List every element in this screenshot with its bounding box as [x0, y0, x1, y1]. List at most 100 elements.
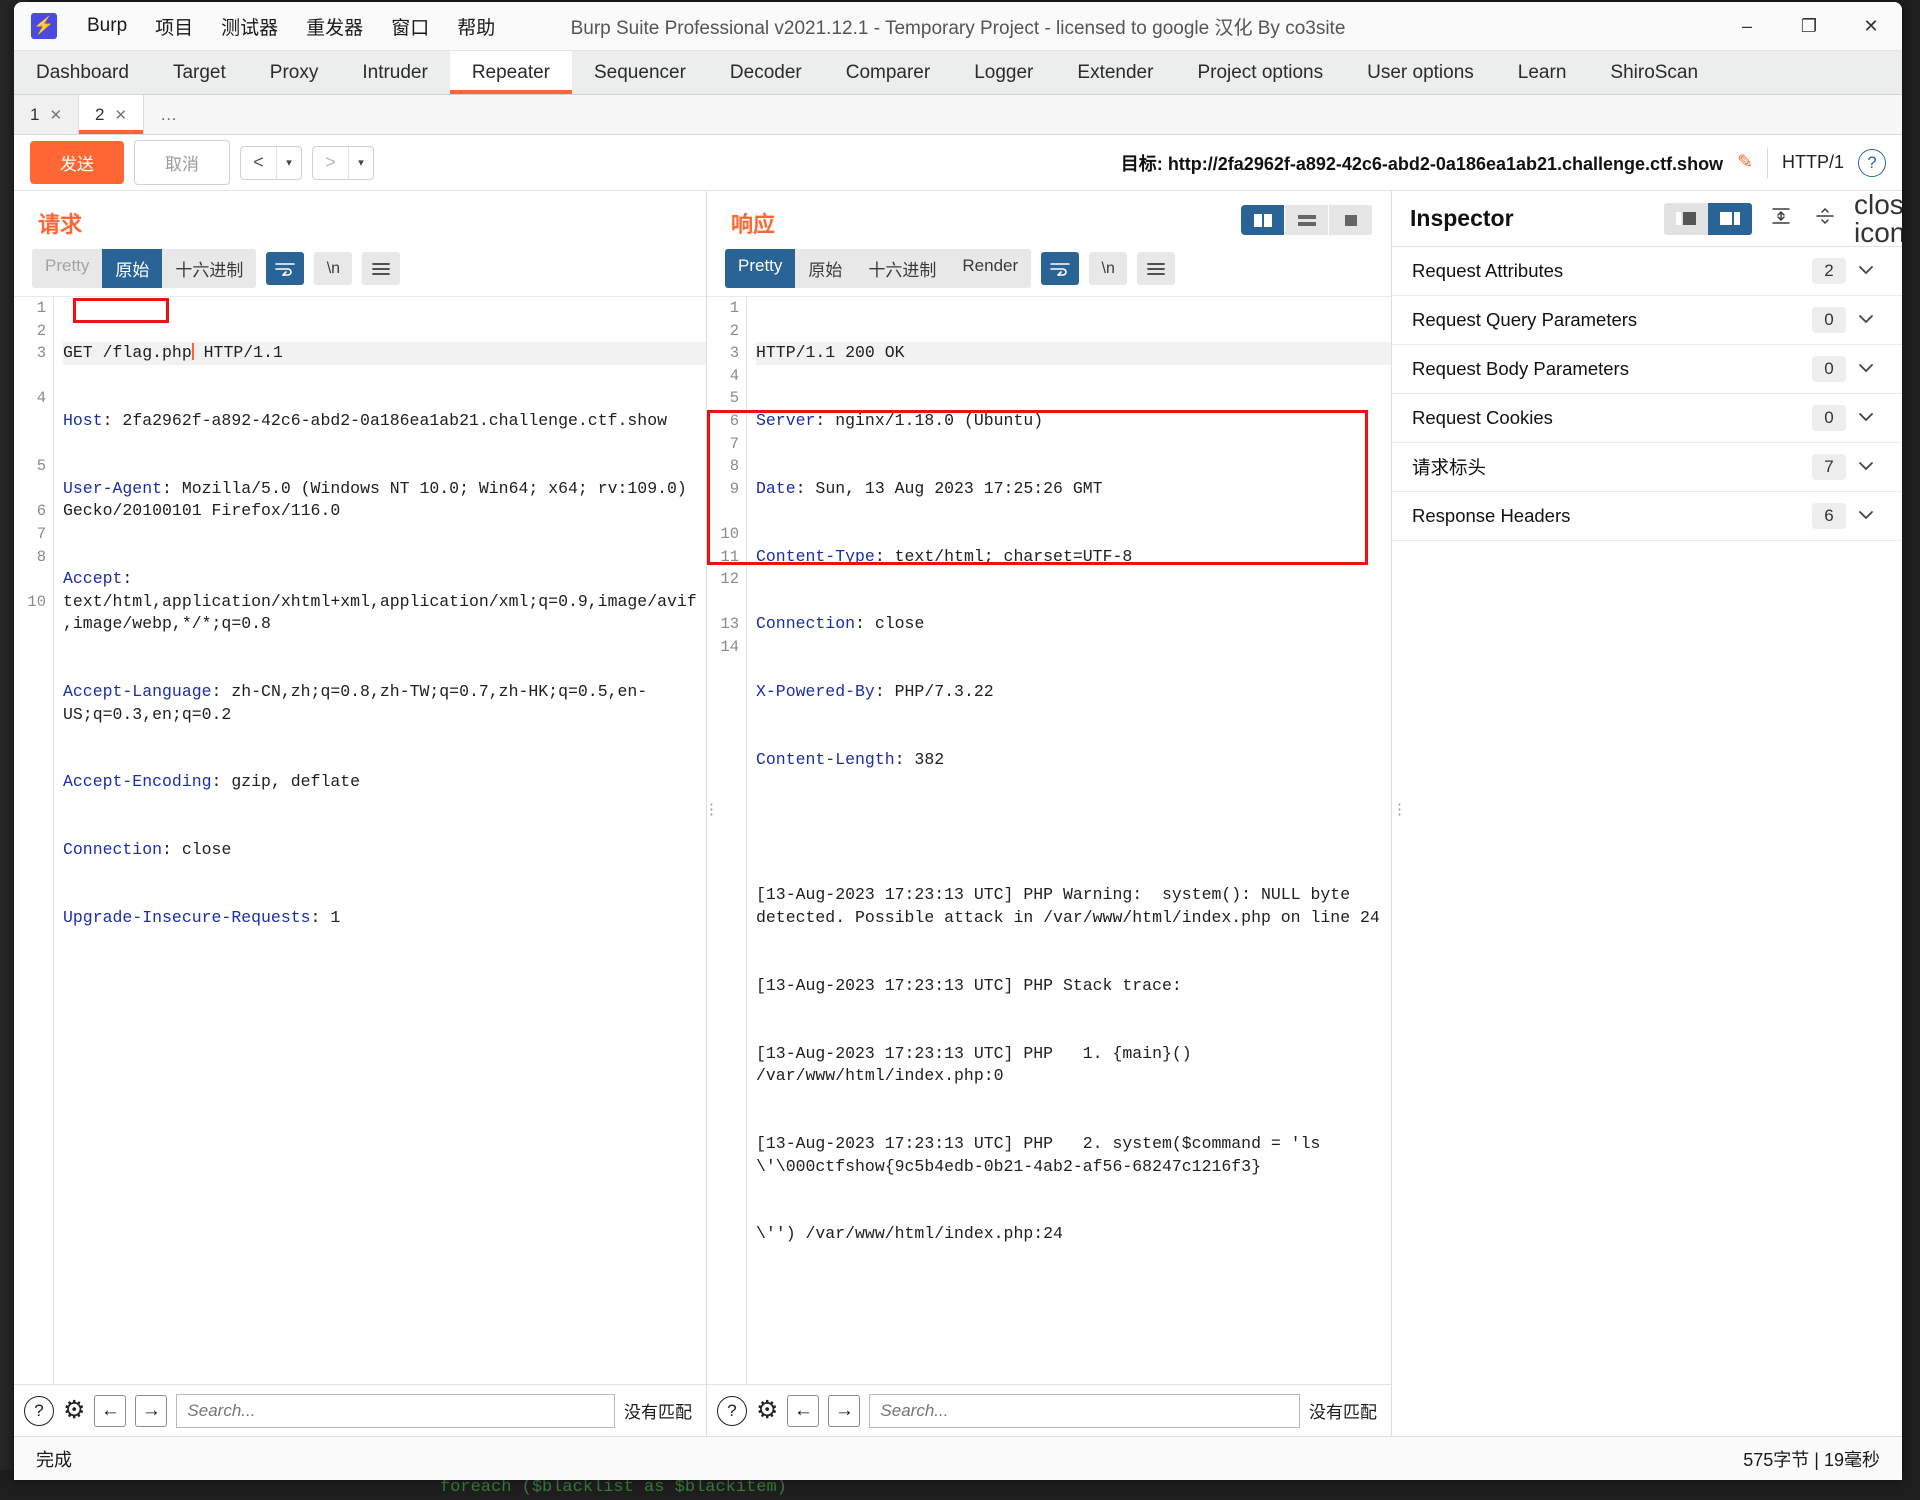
repeater-content: 请求 Pretty 原始 十六进制 \n 1 2 3 4 5 6 7 8 10 … — [14, 190, 1902, 1436]
response-format-render[interactable]: Render — [949, 249, 1031, 288]
split-horizontal-icon[interactable] — [1285, 205, 1329, 235]
menu-item-project[interactable]: 项目 — [141, 7, 207, 46]
arrow-right-icon[interactable]: → — [828, 1394, 861, 1427]
request-pane-resize-handle[interactable]: ⋮ — [704, 802, 719, 817]
status-message: 完成 — [36, 1449, 72, 1470]
response-format-hex[interactable]: 十六进制 — [855, 249, 949, 288]
close-button[interactable]: ✕ — [1840, 2, 1902, 51]
minimize-button[interactable]: – — [1716, 2, 1778, 51]
response-search-bar: ? ⚙ ← → 没有匹配 — [707, 1384, 1391, 1436]
arrow-left-icon[interactable]: ← — [94, 1394, 127, 1427]
menu-item-burp[interactable]: Burp — [73, 9, 141, 43]
hamburger-icon[interactable] — [362, 252, 401, 285]
panel-right-icon[interactable] — [1708, 202, 1752, 235]
tab-user-options[interactable]: User options — [1345, 51, 1496, 94]
newline-icon[interactable]: \n — [1089, 252, 1128, 285]
menu-item-repeater[interactable]: 重发器 — [292, 7, 377, 46]
chevron-down-icon[interactable] — [1846, 311, 1886, 329]
repeater-tab-1[interactable]: 1 ✕ — [14, 95, 80, 134]
inspector-row-request-headers[interactable]: 请求标头 7 — [1392, 443, 1902, 492]
tab-dashboard[interactable]: Dashboard — [14, 51, 151, 94]
chevron-down-icon[interactable] — [1846, 409, 1886, 427]
caret-down-icon[interactable]: ▾ — [349, 147, 373, 179]
panel-left-icon[interactable] — [1664, 202, 1708, 235]
cancel-button[interactable]: 取消 — [134, 140, 230, 185]
repeater-tab-2[interactable]: 2 ✕ — [79, 95, 145, 134]
request-line-4: Accept: text/html,application/xhtml+xml,… — [63, 569, 697, 634]
menu-bar: Burp 项目 测试器 重发器 窗口 帮助 — [73, 7, 509, 46]
inspector-row-request-query-parameters[interactable]: Request Query Parameters 0 — [1392, 296, 1902, 345]
newline-icon[interactable]: \n — [314, 252, 353, 285]
collapse-all-icon[interactable] — [1810, 207, 1840, 231]
inspector-row-request-body-parameters[interactable]: Request Body Parameters 0 — [1392, 345, 1902, 394]
arrow-left-icon[interactable]: ← — [787, 1394, 820, 1427]
request-format-pretty[interactable]: Pretty — [32, 249, 102, 288]
send-button[interactable]: 发送 — [30, 141, 124, 184]
response-format-raw[interactable]: 原始 — [795, 249, 855, 288]
tab-intruder[interactable]: Intruder — [340, 51, 449, 94]
arrow-right-icon[interactable]: → — [135, 1394, 168, 1427]
request-format-hex[interactable]: 十六进制 — [162, 249, 256, 288]
chevron-down-icon[interactable] — [1846, 458, 1886, 476]
menu-item-intruder[interactable]: 测试器 — [207, 7, 292, 46]
repeater-tab-new[interactable]: … — [144, 95, 204, 134]
inspector-tools: close-icon — [1664, 190, 1902, 247]
tab-shiroscan[interactable]: ShiroScan — [1588, 51, 1720, 94]
request-format-bar: Pretty 原始 十六进制 \n — [14, 245, 706, 296]
tab-repeater[interactable]: Repeater — [449, 51, 573, 94]
tab-sequencer[interactable]: Sequencer — [572, 51, 708, 94]
http-version-label[interactable]: HTTP/1 — [1782, 152, 1844, 173]
tab-comparer[interactable]: Comparer — [824, 51, 952, 94]
history-forward-button[interactable]: > ▾ — [312, 145, 374, 180]
split-vertical-icon[interactable] — [1241, 205, 1285, 235]
history-back-button[interactable]: < ▾ — [240, 145, 302, 180]
menu-item-window[interactable]: 窗口 — [377, 7, 443, 46]
status-metrics: 575字节 | 19毫秒 — [1743, 1449, 1880, 1470]
tab-proxy[interactable]: Proxy — [248, 51, 341, 94]
line-number: 4 — [729, 366, 739, 385]
question-mark-icon[interactable]: ? — [1858, 148, 1886, 177]
line-number: 4 — [36, 389, 46, 408]
close-icon[interactable]: close-icon — [1854, 190, 1902, 247]
tab-extender[interactable]: Extender — [1055, 51, 1175, 94]
question-mark-icon[interactable]: ? — [24, 1395, 54, 1426]
inspector-row-request-attributes[interactable]: Request Attributes 2 — [1392, 247, 1902, 296]
question-mark-icon[interactable]: ? — [717, 1395, 747, 1426]
response-pane: 响应 Pretty 原始 十六进制 Render \n 1 2 3 4 5 6 … — [707, 191, 1392, 1436]
maximize-button[interactable]: ❐ — [1778, 2, 1840, 51]
hamburger-icon[interactable] — [1137, 252, 1176, 285]
chevron-down-icon[interactable] — [1846, 360, 1886, 378]
repeater-tab-1-label: 1 — [30, 104, 40, 124]
inspector-row-request-cookies[interactable]: Request Cookies 0 — [1392, 394, 1902, 443]
tab-logger[interactable]: Logger — [952, 51, 1055, 94]
response-line-8 — [756, 817, 1391, 840]
caret-down-icon[interactable]: ▾ — [277, 147, 301, 179]
inspector-row-response-headers[interactable]: Response Headers 6 — [1392, 492, 1902, 541]
chevron-down-icon[interactable] — [1846, 507, 1886, 525]
search-input[interactable] — [869, 1393, 1300, 1428]
request-format-raw[interactable]: 原始 — [102, 249, 163, 288]
close-icon[interactable]: ✕ — [49, 106, 62, 124]
request-code[interactable]: GET /flag.php HTTP/1.1 Host: 2fa2962f-a8… — [55, 297, 706, 1384]
search-input[interactable] — [176, 1393, 615, 1428]
response-editor[interactable]: 1 2 3 4 5 6 7 8 9 10 11 12 13 14 HTTP/1.… — [707, 296, 1391, 1384]
chevron-down-icon[interactable] — [1846, 262, 1886, 280]
request-editor[interactable]: 1 2 3 4 5 6 7 8 10 GET /flag.php HTTP/1.… — [14, 296, 706, 1384]
gear-icon[interactable]: ⚙ — [756, 1398, 778, 1423]
menu-item-help[interactable]: 帮助 — [443, 7, 509, 46]
gear-icon[interactable]: ⚙ — [63, 1398, 85, 1423]
response-pane-resize-handle[interactable]: ⋮ — [1392, 802, 1407, 817]
close-icon[interactable]: ✕ — [115, 106, 128, 124]
response-format-pretty[interactable]: Pretty — [725, 249, 796, 288]
response-code[interactable]: HTTP/1.1 200 OK Server: nginx/1.18.0 (Ub… — [748, 297, 1391, 1384]
tab-project-options[interactable]: Project options — [1175, 51, 1345, 94]
pencil-icon[interactable]: ✎ — [1737, 151, 1753, 174]
line-wrap-icon[interactable] — [266, 252, 305, 285]
tab-learn[interactable]: Learn — [1496, 51, 1589, 94]
tab-target[interactable]: Target — [151, 51, 248, 94]
single-pane-icon[interactable] — [1329, 205, 1373, 235]
tab-decoder[interactable]: Decoder — [708, 51, 824, 94]
line-number: 1 — [36, 299, 46, 317]
expand-all-icon[interactable] — [1766, 207, 1796, 231]
line-wrap-icon[interactable] — [1041, 252, 1080, 285]
